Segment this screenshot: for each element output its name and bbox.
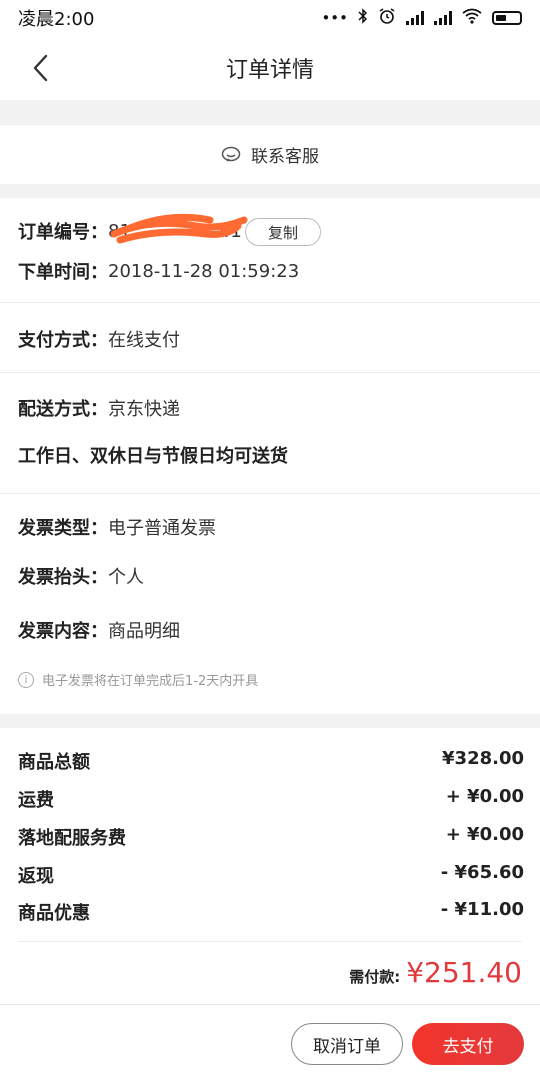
price-row-cashback: 返现 - ¥65.60 <box>18 862 524 888</box>
invoice-type-value: 电子普通发票 <box>108 518 216 539</box>
copy-order-number-button[interactable]: 复制 <box>245 218 321 246</box>
delivery-method-value: 京东快递 <box>108 399 180 420</box>
price-label: 返现 <box>18 866 54 887</box>
divider <box>0 302 540 303</box>
price-label: 运费 <box>18 790 54 811</box>
delivery-schedule-row: 工作日、双休日与节假日均可送货 <box>18 442 288 468</box>
chat-bubble-icon <box>221 146 241 162</box>
nav-bar: 订单详情 <box>0 36 540 100</box>
delivery-method-row: 配送方式： 京东快递 <box>18 395 180 421</box>
order-info-card: 订单编号： 81 41 复制 下单时间： 2018-11-28 01:59:23… <box>0 198 540 714</box>
bluetooth-icon <box>358 8 368 28</box>
invoice-note: i 电子发票将在订单完成后1-2天内开具 <box>18 670 258 689</box>
signal-icon <box>406 11 424 25</box>
cancel-order-button[interactable]: 取消订单 <box>291 1023 403 1065</box>
status-time: 凌晨2:00 <box>18 9 95 30</box>
payment-method-row: 支付方式： 在线支付 <box>18 326 180 352</box>
total-label: 需付款: <box>349 968 401 986</box>
payment-method-label: 支付方式： <box>18 330 108 351</box>
delivery-method-label: 配送方式： <box>18 399 108 420</box>
invoice-content-label: 发票内容： <box>18 621 108 642</box>
invoice-title-value: 个人 <box>108 567 144 588</box>
invoice-type-row: 发票类型： 电子普通发票 <box>18 514 216 540</box>
page-title: 订单详情 <box>225 58 314 83</box>
divider <box>0 493 540 494</box>
battery-icon <box>492 11 522 25</box>
contact-service-label: 联系客服 <box>251 147 319 167</box>
price-label: 落地配服务费 <box>18 828 126 849</box>
price-row-service-fee: 落地配服务费 + ¥0.00 <box>18 824 524 850</box>
price-row-subtotal: 商品总额 ¥328.00 <box>18 748 524 774</box>
invoice-type-label: 发票类型： <box>18 518 108 539</box>
order-time-value: 2018-11-28 01:59:23 <box>108 260 300 282</box>
more-dots-icon: ••• <box>321 9 348 27</box>
order-time-row: 下单时间： 2018-11-28 01:59:23 <box>18 258 299 284</box>
delivery-schedule: 工作日、双休日与节假日均可送货 <box>18 446 288 467</box>
invoice-note-text: 电子发票将在订单完成后1-2天内开具 <box>42 674 259 689</box>
price-breakdown-card: 商品总额 ¥328.00 运费 + ¥0.00 落地配服务费 + ¥0.00 返… <box>0 728 540 1004</box>
bottom-action-bar: 取消订单 去支付 <box>0 1004 540 1080</box>
signal-icon <box>434 11 452 25</box>
chevron-left-icon <box>33 54 48 82</box>
alarm-icon <box>378 7 396 29</box>
price-value: - ¥65.60 <box>440 862 524 883</box>
price-value: + ¥0.00 <box>445 786 524 807</box>
price-label: 商品总额 <box>18 752 90 773</box>
invoice-title-label: 发票抬头： <box>18 567 108 588</box>
price-row-shipping: 运费 + ¥0.00 <box>18 786 524 812</box>
price-value: + ¥0.00 <box>445 824 524 845</box>
divider <box>0 372 540 373</box>
invoice-content-value: 商品明细 <box>108 621 180 642</box>
total-amount: ¥251.40 <box>406 956 522 989</box>
order-time-label: 下单时间： <box>18 262 108 283</box>
wifi-icon <box>462 8 482 28</box>
pay-button[interactable]: 去支付 <box>412 1023 524 1065</box>
divider <box>18 941 522 942</box>
total-row: 需付款: ¥251.40 <box>349 956 522 989</box>
price-value: - ¥11.00 <box>440 899 524 920</box>
status-bar: 凌晨2:00 ••• <box>0 0 540 36</box>
redaction-scribble <box>110 213 248 244</box>
order-number-label: 订单编号： <box>18 222 108 243</box>
contact-service-button[interactable]: 联系客服 <box>0 124 540 184</box>
price-row-discount: 商品优惠 - ¥11.00 <box>18 899 524 925</box>
info-icon: i <box>18 671 34 688</box>
back-button[interactable] <box>22 50 58 86</box>
price-label: 商品优惠 <box>18 903 90 924</box>
price-value: ¥328.00 <box>442 748 524 769</box>
invoice-title-row: 发票抬头： 个人 <box>18 563 144 589</box>
status-icons: ••• <box>321 7 522 29</box>
payment-method-value: 在线支付 <box>108 330 180 351</box>
invoice-content-row: 发票内容： 商品明细 <box>18 617 180 643</box>
